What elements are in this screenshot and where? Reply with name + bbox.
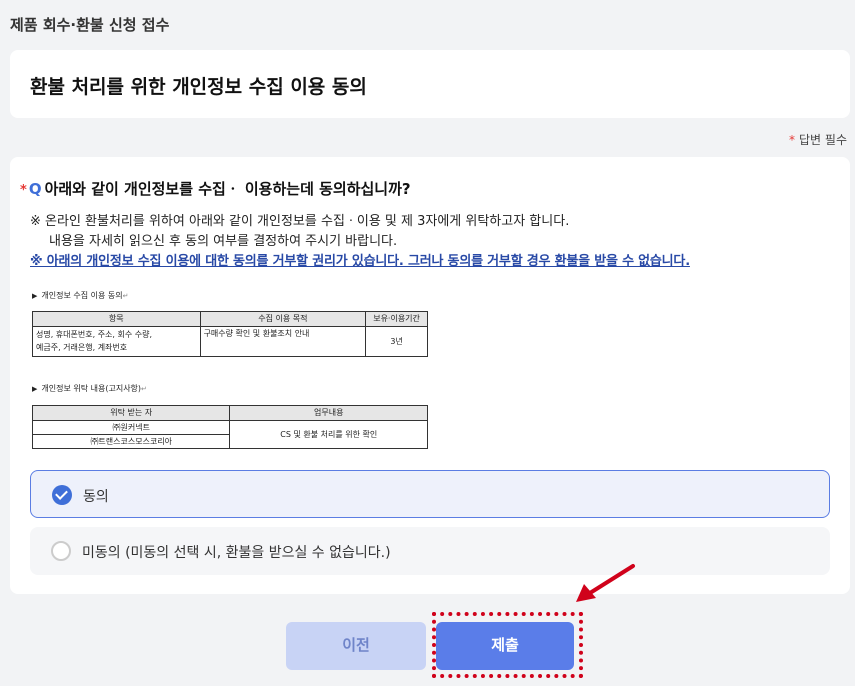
question-text: 아래와 같이 개인정보를 수집ㆍ 이용하는데 동의하십니까? [44,180,411,198]
question-required-star: * [20,183,27,198]
table2-company-1: ㈜원커넥트 [31,420,231,435]
table1-header-period: 보유·이용기간 [365,311,428,327]
table1-items-line2: 예금주, 거래은행, 계좌번호 [36,343,128,352]
question-q-label: Q [28,180,42,198]
table1-items-line1: 성명, 휴대폰번호, 주소, 회수 수량, [36,330,153,339]
page-title: 제품 회수·환불 신청 접수 [10,16,170,34]
table1-header-purpose: 수집 이용 목적 [199,311,367,327]
option-agree-label: 동의 [83,489,109,505]
required-star: * [789,133,796,147]
question-title: * Q 아래와 같이 개인정보를 수집ㆍ 이용하는데 동의하십니까? [20,178,411,199]
option-agree[interactable]: 동의 [30,470,830,518]
notice-text: ※ 온라인 환불처리를 위하여 아래와 같이 개인정보를 수집ㆍ이용 및 제 3… [30,212,690,272]
table1-period: 3년 [365,326,428,357]
table1-items: 성명, 휴대폰번호, 주소, 회수 수량, 예금주, 거래은행, 계좌번호 [32,326,201,357]
form-title-card: 환불 처리를 위한 개인정보 수집 이용 동의 [10,50,850,118]
table2-task: CS 및 환불 처리를 위한 확인 [229,420,428,449]
entrustment-table: 위탁 받는 자 업무내용 ㈜원커넥트 CS 및 환불 처리를 위한 확인 ㈜트랜… [31,405,428,449]
option-disagree[interactable]: 미동의 (미동의 선택 시, 환불을 받으실 수 없습니다.) [30,527,830,575]
doc-section-1-title: 개인정보 수집 이용 동의 [41,291,123,300]
notice-line-2: 내용을 자세히 읽으신 후 동의 여부를 결정하여 주시기 바랍니다. [49,234,398,249]
table1-header-items: 항목 [32,311,201,327]
question-card: * Q 아래와 같이 개인정보를 수집ㆍ 이용하는데 동의하십니까? ※ 온라인 환… [10,157,850,594]
table1-purpose: 구매수량 확인 및 환불조치 안내 [199,326,367,357]
notice-line-1: ※ 온라인 환불처리를 위하여 아래와 같이 개인정보를 수집ㆍ이용 및 제 3… [30,214,570,229]
unchecked-radio-icon[interactable] [51,541,71,561]
option-disagree-label: 미동의 (미동의 선택 시, 환불을 받으실 수 없습니다.) [82,545,391,561]
checked-radio-icon[interactable] [52,485,72,505]
required-note: * 답변 필수 [789,131,847,148]
red-arrow-icon [576,564,635,602]
paragraph-mark-icon: ↵ [122,292,129,300]
required-note-text: 답변 필수 [799,133,847,147]
submit-highlight-box [432,612,583,678]
paragraph-mark-icon: ↵ [141,385,147,393]
doc-section-2: ▶ 개인정보 위탁 내용(고지사항)↵ [32,383,147,394]
table2-header-recipient: 위탁 받는 자 [31,405,231,421]
table2-header-task: 업무내용 [229,405,428,421]
triangle-bullet-icon: ▶ [32,385,38,393]
table2-company-2: ㈜트랜스코스모스코리아 [31,434,231,449]
triangle-bullet-icon: ▶ [32,292,38,300]
doc-section-2-title: 개인정보 위탁 내용(고지사항) [41,384,142,393]
prev-button[interactable]: 이전 [286,622,426,670]
form-title: 환불 처리를 위한 개인정보 수집 이용 동의 [30,76,367,98]
notice-rights-link[interactable]: ※ 아래의 개인정보 수집 이용에 대한 동의를 거부할 권리가 있습니다. 그… [30,252,690,272]
doc-section-1: ▶ 개인정보 수집 이용 동의↵ [32,290,129,301]
collection-table: 항목 수집 이용 목적 보유·이용기간 성명, 휴대폰번호, 주소, 회수 수량… [32,311,428,357]
